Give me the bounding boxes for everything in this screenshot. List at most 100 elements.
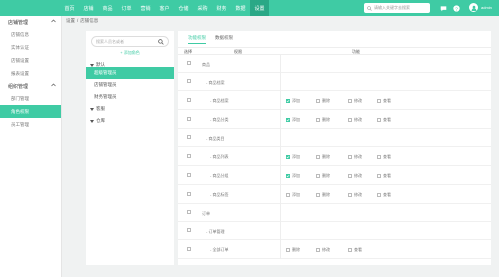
row-select-checkbox[interactable]: [187, 116, 191, 121]
permission-option[interactable]: 查看: [348, 247, 362, 253]
permission-option[interactable]: 修改: [348, 154, 362, 160]
sidebar-item[interactable]: 店铺设置: [0, 54, 61, 67]
option-checkbox[interactable]: [286, 98, 290, 103]
row-select-checkbox[interactable]: [187, 135, 191, 139]
row-select-checkbox[interactable]: [187, 61, 191, 65]
option-checkbox[interactable]: [348, 154, 352, 159]
nav-item[interactable]: 商品: [98, 0, 117, 16]
sidebar-item[interactable]: 店铺信息: [0, 28, 61, 41]
permission-option[interactable]: 删除: [286, 247, 300, 253]
option-checkbox[interactable]: [286, 154, 290, 159]
permission-option[interactable]: 查看: [377, 117, 391, 123]
option-checkbox[interactable]: [348, 98, 352, 103]
permission-option[interactable]: 查看: [377, 98, 391, 104]
sidebar-item[interactable]: 实体认证: [0, 41, 61, 54]
permission-option[interactable]: 添加: [286, 154, 300, 160]
nav-item[interactable]: 设置: [250, 0, 269, 16]
permission-option[interactable]: 添加: [286, 98, 300, 104]
permission-option[interactable]: 删除: [316, 98, 330, 104]
row-select-checkbox[interactable]: [187, 172, 191, 177]
username[interactable]: admin: [481, 5, 492, 10]
breadcrumb-part[interactable]: 设置: [66, 18, 75, 24]
nav-item[interactable]: 仓储: [174, 0, 193, 16]
sidebar-item[interactable]: 部门管理: [0, 92, 61, 105]
sidebar-item[interactable]: 员工管理: [0, 118, 61, 131]
option-checkbox[interactable]: [348, 117, 352, 122]
permission-option[interactable]: 添加: [286, 117, 300, 123]
option-checkbox[interactable]: [348, 192, 352, 197]
option-checkbox[interactable]: [316, 192, 320, 197]
nav-item[interactable]: 采购: [193, 0, 212, 16]
caret-down-icon[interactable]: [90, 107, 94, 111]
option-checkbox[interactable]: [348, 173, 352, 178]
add-role-button[interactable]: + 添加角色: [86, 50, 174, 56]
permission-option[interactable]: 删除: [316, 154, 330, 160]
chevron-up-icon[interactable]: [51, 83, 56, 89]
option-checkbox[interactable]: [286, 173, 290, 178]
permission-option[interactable]: 添加: [286, 173, 300, 179]
sidebar-item[interactable]: 报表设置: [0, 67, 61, 80]
option-checkbox[interactable]: [377, 117, 381, 122]
option-checkbox[interactable]: [316, 247, 320, 252]
caret-down-icon[interactable]: [90, 119, 94, 123]
message-icon[interactable]: [439, 4, 447, 12]
nav-item[interactable]: 订单: [117, 0, 136, 16]
option-checkbox[interactable]: [316, 154, 320, 159]
option-checkbox[interactable]: [377, 173, 381, 178]
permission-option[interactable]: 添加: [286, 192, 300, 198]
sidebar-item[interactable]: 角色权限: [0, 105, 61, 118]
nav-item[interactable]: 店铺: [79, 0, 98, 16]
role-tree-node[interactable]: 超级管理员: [86, 67, 174, 79]
option-checkbox[interactable]: [316, 117, 320, 122]
sidebar-group-header[interactable]: 店铺管理: [0, 16, 61, 28]
role-tree-node[interactable]: 仓库: [86, 115, 174, 127]
option-checkbox[interactable]: [348, 247, 352, 252]
permission-option[interactable]: 查看: [377, 154, 391, 160]
permission-option[interactable]: 修改: [348, 173, 362, 179]
option-checkbox[interactable]: [286, 247, 290, 252]
row-select-checkbox[interactable]: [187, 79, 191, 83]
permission-option[interactable]: 修改: [316, 247, 330, 253]
row-select-checkbox[interactable]: [187, 246, 191, 251]
option-checkbox[interactable]: [316, 173, 320, 178]
nav-item[interactable]: 财务: [212, 0, 231, 16]
avatar[interactable]: [469, 3, 478, 12]
permission-option[interactable]: 删除: [316, 192, 330, 198]
permission-option[interactable]: 查看: [377, 192, 391, 198]
permission-option[interactable]: 修改: [348, 117, 362, 123]
permission-option[interactable]: 查看: [377, 173, 391, 179]
nav-item[interactable]: 首页: [60, 0, 79, 16]
row-select-checkbox[interactable]: [187, 228, 191, 232]
breadcrumb-part[interactable]: 店铺信息: [80, 18, 98, 24]
option-checkbox[interactable]: [377, 192, 381, 197]
sidebar-group-header[interactable]: 组织管理: [0, 80, 61, 92]
option-checkbox[interactable]: [286, 117, 290, 122]
row-select-checkbox[interactable]: [187, 191, 191, 196]
role-search-input[interactable]: 搜索人员名或者: [91, 36, 169, 47]
search-icon[interactable]: [158, 38, 164, 45]
nav-item[interactable]: 客户: [155, 0, 174, 16]
nav-item[interactable]: 营销: [136, 0, 155, 16]
role-tree-node[interactable]: 店铺管理员: [86, 79, 174, 91]
row-select-checkbox[interactable]: [187, 210, 191, 214]
tab-data[interactable]: 数据权限: [215, 35, 233, 43]
option-checkbox[interactable]: [316, 98, 320, 103]
nav-item[interactable]: 数据: [231, 0, 250, 16]
option-checkbox[interactable]: [377, 154, 381, 159]
tab-function[interactable]: 功能权限: [188, 35, 206, 44]
row-select-checkbox[interactable]: [187, 97, 191, 102]
chevron-up-icon[interactable]: [51, 19, 56, 25]
role-tree-node[interactable]: 财务管理员: [86, 91, 174, 103]
permission-option[interactable]: 删除: [316, 173, 330, 179]
permission-option[interactable]: 修改: [348, 192, 362, 198]
column-divider: [280, 110, 281, 129]
option-checkbox[interactable]: [377, 98, 381, 103]
option-label: 查看: [383, 153, 391, 159]
help-icon[interactable]: ?: [452, 4, 460, 12]
option-checkbox[interactable]: [286, 192, 290, 197]
permission-option[interactable]: 删除: [316, 117, 330, 123]
role-tree-node[interactable]: 客服: [86, 103, 174, 115]
row-select-checkbox[interactable]: [187, 153, 191, 158]
permission-option[interactable]: 修改: [348, 98, 362, 104]
global-search[interactable]: 请输入关键字去搜索: [364, 3, 430, 13]
